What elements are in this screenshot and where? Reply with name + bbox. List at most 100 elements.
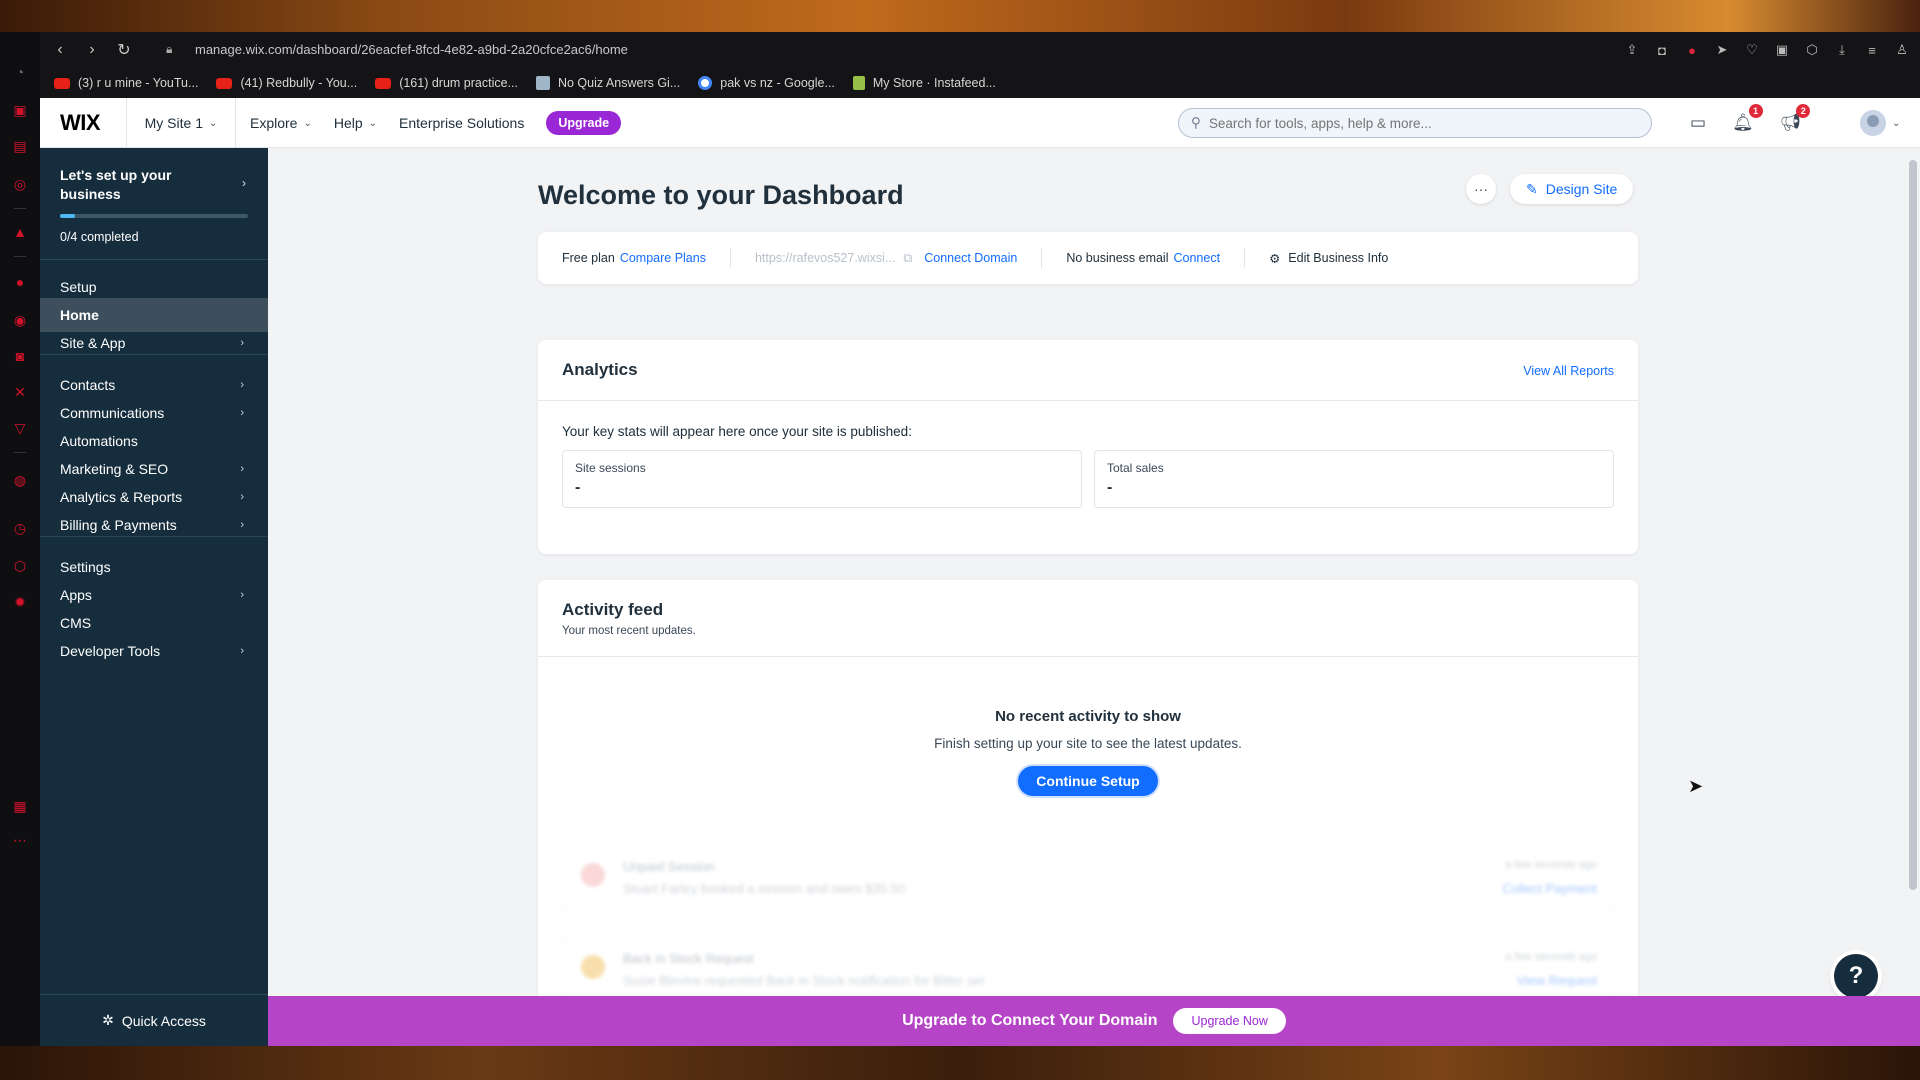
vk-icon[interactable]: ▽: [12, 420, 28, 436]
chevron-right-icon: ›: [240, 379, 244, 391]
setup-progress-text: 0/4 completed: [60, 230, 139, 244]
chevron-right-icon: ›: [240, 407, 244, 419]
site-switcher[interactable]: My Site 1 ⌄: [126, 98, 236, 148]
messenger-icon[interactable]: ●: [12, 274, 28, 290]
wallet-icon[interactable]: ▦: [12, 798, 28, 814]
cube-icon[interactable]: ⬡: [1804, 42, 1820, 58]
sidebar-item-developer-tools[interactable]: Developer Tools ›: [40, 634, 268, 668]
continue-setup-button[interactable]: Continue Setup: [1018, 766, 1158, 796]
browser-window: ‹ › ↻ 🔒︎ manage.wix.com/dashboard/26eacf…: [40, 32, 1920, 1046]
browser-actions: ⇪ ◘ ● ➤ ♡ ▣ ⬡ ⤓ ≡ ♙: [1624, 32, 1910, 68]
announcement-badge: 2: [1796, 104, 1811, 118]
help-button[interactable]: ?: [1834, 954, 1878, 998]
site-url[interactable]: https://rafevos527.wixsi...: [755, 251, 895, 265]
notification-badge: 1: [1748, 104, 1763, 118]
aria-icon[interactable]: ▲: [12, 224, 28, 240]
connect-email-link[interactable]: Connect: [1174, 251, 1221, 265]
notifications-icon[interactable]: 🔔︎ 1: [1732, 104, 1763, 133]
whatsapp-icon[interactable]: ◉: [12, 312, 28, 328]
camera-icon[interactable]: ◎: [12, 176, 28, 192]
page-scrollbar[interactable]: [1906, 148, 1920, 996]
more-icon[interactable]: ⋯: [12, 832, 28, 848]
history-icon[interactable]: ◷: [12, 520, 28, 536]
quiz-icon: [535, 76, 550, 90]
menu-icon[interactable]: ≡: [1864, 43, 1880, 58]
adblock-icon[interactable]: ●: [1684, 43, 1700, 58]
chevron-right-icon: ›: [240, 463, 244, 475]
empty-state-subtitle: Finish setting up your site to see the l…: [934, 736, 1242, 751]
twitch-icon[interactable]: ▤: [12, 138, 28, 154]
search-bar[interactable]: ⚲: [1178, 108, 1652, 138]
download-icon[interactable]: ⤓: [1834, 42, 1850, 58]
instagram-icon[interactable]: ◙: [12, 348, 28, 364]
chevron-right-icon: ›: [240, 337, 244, 349]
sidebar-item-label: Contacts: [60, 377, 116, 393]
edit-business-info-link[interactable]: Edit Business Info: [1288, 251, 1388, 265]
announcements-icon[interactable]: 📢︎ 2: [1780, 104, 1811, 133]
sidebar-item-label: Marketing & SEO: [60, 461, 169, 477]
url-field[interactable]: manage.wix.com/dashboard/26eacfef-8fcd-4…: [195, 32, 628, 68]
youtube-icon: [54, 77, 70, 89]
profile-box-icon[interactable]: ▣: [1774, 42, 1790, 58]
compare-plans-link[interactable]: Compare Plans: [620, 251, 706, 265]
wix-logo[interactable]: WIX: [60, 110, 101, 136]
bookmark-item[interactable]: No Quiz Answers Gi...: [535, 76, 680, 90]
extensions-icon[interactable]: ⬡: [12, 558, 28, 574]
bookmark-item[interactable]: pak vs nz - Google...: [698, 76, 835, 90]
analytics-title: Analytics: [562, 360, 638, 379]
placeholder-activity-row: Back in Stock Request Susie Blevins requ…: [562, 938, 1614, 996]
sidebar-item-label: Analytics & Reports: [60, 489, 183, 505]
bookmark-item[interactable]: (161) drum practice...: [375, 76, 518, 90]
setup-card[interactable]: Let's set up your business › 0/4 complet…: [40, 148, 268, 260]
google-icon: [698, 76, 713, 90]
quick-access-label: Quick Access: [121, 1012, 206, 1029]
settings-icon[interactable]: ✹: [12, 594, 28, 610]
sidebar-divider: [40, 354, 268, 355]
inbox-icon[interactable]: ▭: [1690, 113, 1706, 133]
sidebar-item-label: CMS: [60, 615, 92, 631]
send-icon[interactable]: ➤: [1714, 42, 1730, 58]
shopping-icon[interactable]: ▣: [12, 102, 28, 118]
chevron-down-icon: ⌄: [208, 117, 218, 129]
sparkle-icon: ✲: [102, 1012, 114, 1028]
site-sessions-stat: Site sessions -: [562, 450, 1082, 508]
reload-icon[interactable]: ↻: [108, 32, 140, 68]
snapshot-icon[interactable]: ◘: [1654, 43, 1670, 58]
empty-state-title: No recent activity to show: [995, 708, 1181, 725]
setup-title: Let's set up your business: [60, 167, 172, 202]
browser-sidebar: ◔ ▣ ▤ ◎ ▲ ● ◉ ◙ ✕ ▽ ◍ ◷ ⬡ ✹ ▦ ⋯: [0, 32, 40, 1046]
dashboard-sidebar: Let's set up your business › 0/4 complet…: [40, 148, 268, 1046]
bookmark-item[interactable]: (41) Redbully - You...: [216, 76, 357, 90]
view-all-reports-link[interactable]: View All Reports: [1523, 364, 1614, 378]
page-title: Welcome to your Dashboard: [538, 180, 904, 210]
chevron-right-icon: ›: [240, 491, 244, 503]
share-icon[interactable]: ⇪: [1624, 42, 1640, 58]
nav-help[interactable]: Help ⌄: [334, 115, 377, 131]
player-icon[interactable]: ◍: [12, 472, 28, 488]
upgrade-button[interactable]: Upgrade: [546, 111, 622, 135]
nav-explore[interactable]: Explore ⌄: [250, 115, 312, 131]
account-icon[interactable]: ♙: [1894, 42, 1910, 58]
analytics-card: Analytics View All Reports Your key stat…: [538, 340, 1638, 554]
activity-subtitle: Your most recent updates.: [562, 625, 696, 637]
chevron-down-icon: ⌄: [1892, 117, 1901, 129]
address-bar: ‹ › ↻ 🔒︎ manage.wix.com/dashboard/26eacf…: [40, 32, 1920, 68]
search-input[interactable]: [1208, 115, 1629, 131]
connect-domain-link[interactable]: Connect Domain: [924, 251, 1017, 265]
external-link-icon[interactable]: ⧉: [903, 251, 912, 266]
account-menu[interactable]: ⌄: [1860, 110, 1900, 136]
bookmark-item[interactable]: (3) r u mine - YouTu...: [54, 76, 198, 90]
back-icon[interactable]: ‹: [44, 32, 76, 68]
forward-icon[interactable]: ›: [76, 32, 108, 68]
x-twitter-icon[interactable]: ✕: [12, 384, 28, 400]
speed-dial-icon[interactable]: ◔: [12, 64, 28, 80]
quick-access-button[interactable]: ✲ Quick Access: [40, 994, 268, 1046]
upgrade-now-button[interactable]: Upgrade Now: [1173, 1008, 1286, 1034]
nav-enterprise[interactable]: Enterprise Solutions: [399, 115, 524, 131]
more-actions-button[interactable]: ···: [1466, 174, 1496, 204]
upgrade-banner-message: Upgrade to Connect Your Domain: [902, 1012, 1158, 1029]
heart-icon[interactable]: ♡: [1744, 42, 1760, 58]
bookmark-item[interactable]: My Store · Instafeed...: [852, 76, 996, 90]
design-site-button[interactable]: ✎ Design Site: [1510, 174, 1634, 204]
plan-label: Free plan: [562, 251, 615, 265]
